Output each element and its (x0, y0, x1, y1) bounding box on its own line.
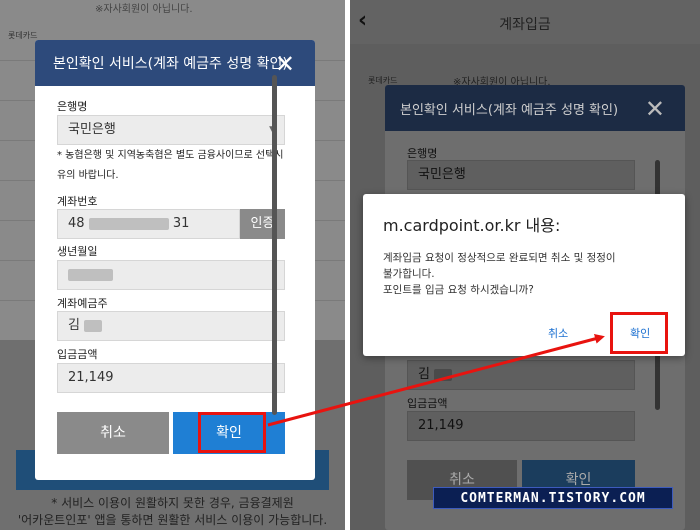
arrow-annotation (267, 333, 605, 427)
watermark: COMTERMAN.TISTORY.COM (433, 487, 673, 509)
